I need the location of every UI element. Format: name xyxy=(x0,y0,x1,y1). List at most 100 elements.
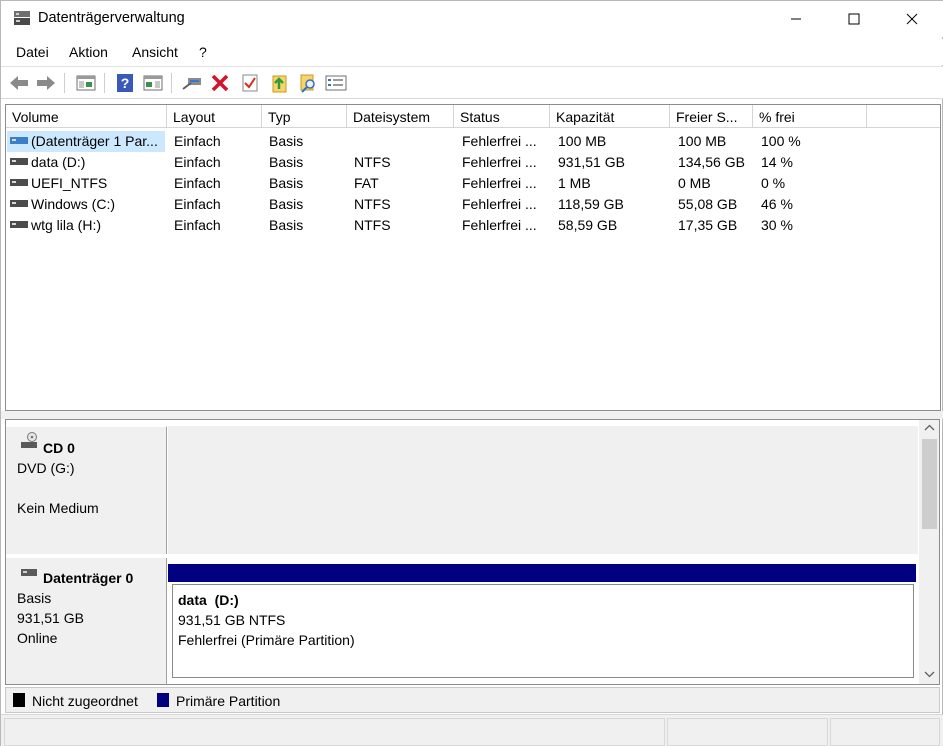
volume-icon xyxy=(10,179,28,186)
help-button[interactable]: ? xyxy=(114,72,136,94)
cell-typ: Basis xyxy=(269,217,304,233)
cell-capacity: 931,51 GB xyxy=(558,154,625,170)
column-header-freier-speicher[interactable]: Freier S... xyxy=(670,105,753,128)
table-row[interactable]: wtg lila (H:) Einfach Basis NTFS Fehlerfrei … xyxy=(6,215,940,236)
cd0-media: Kein Medium xyxy=(17,500,99,516)
table-row[interactable]: (Datenträger 1 Par... Einfach Basis Fehlerf… xyxy=(6,131,940,152)
disk-graphical-view: CD 0 DVD (G:) Kein Medium Datenträger 0 … xyxy=(5,419,940,685)
partition-data-d[interactable]: data (D:) 931,51 GB NTFS Fehlerfrei (Pri… xyxy=(172,584,914,678)
cell-layout: Einfach xyxy=(174,175,221,191)
scroll-thumb[interactable] xyxy=(922,439,937,529)
cell-capacity: 1 MB xyxy=(558,175,591,191)
delete-icon xyxy=(211,74,229,92)
cell-free: 17,35 GB xyxy=(678,217,738,233)
menu-aktion[interactable]: Aktion xyxy=(69,44,108,60)
cell-typ: Basis xyxy=(269,175,304,191)
checklist-button[interactable] xyxy=(239,72,261,94)
cell-capacity: 100 MB xyxy=(558,133,607,149)
cell-fs: NTFS xyxy=(354,154,391,170)
close-icon xyxy=(906,13,918,25)
cell-status: Fehlerfrei ... xyxy=(462,175,537,191)
checklist-icon xyxy=(242,74,258,92)
console-tree-button[interactable] xyxy=(75,72,97,94)
column-header-typ[interactable]: Typ xyxy=(262,105,347,128)
cell-volume: Windows (C:) xyxy=(31,196,116,212)
disk0-type: Basis xyxy=(17,590,52,606)
minimize-button[interactable] xyxy=(767,1,825,37)
cell-pct: 14 % xyxy=(761,154,793,170)
minimize-icon xyxy=(791,18,801,20)
delete-button[interactable] xyxy=(209,72,231,94)
back-arrow-icon xyxy=(10,76,28,90)
cell-pct: 100 % xyxy=(761,133,801,149)
column-header-empty xyxy=(867,105,940,128)
cell-layout: Einfach xyxy=(174,154,221,170)
find-button[interactable] xyxy=(297,72,319,94)
properties-icon xyxy=(325,75,347,91)
back-button[interactable] xyxy=(8,72,30,94)
disk-view-scrollbar[interactable] xyxy=(919,420,939,684)
export-icon xyxy=(272,75,287,93)
volume-icon xyxy=(10,137,28,144)
table-row[interactable]: Windows (C:) Einfach Basis NTFS Fehlerfrei .… xyxy=(6,194,940,215)
status-cell-2 xyxy=(667,718,828,746)
column-header-kapazitaet[interactable]: Kapazität xyxy=(550,105,670,128)
cd0-name: CD 0 xyxy=(43,440,75,456)
toolbar-separator xyxy=(64,73,65,93)
cd0-type: DVD (G:) xyxy=(17,460,75,476)
title-bar: Datenträgerverwaltung xyxy=(1,1,943,37)
primary-partition-bar xyxy=(168,564,916,582)
partition-size-fs: 931,51 GB NTFS xyxy=(178,612,286,628)
volume-icon xyxy=(10,200,28,207)
menu-help[interactable]: ? xyxy=(199,44,207,60)
cell-fs: FAT xyxy=(354,175,379,191)
table-row[interactable]: data (D:) Einfach Basis NTFS Fehlerfrei ... 9… xyxy=(6,152,940,173)
column-header-dateisystem[interactable]: Dateisystem xyxy=(347,105,454,128)
column-header-layout[interactable]: Layout xyxy=(167,105,262,128)
column-header-status[interactable]: Status xyxy=(454,105,550,128)
disk-label-disk0[interactable]: Datenträger 0 Basis 931,51 GB Online xyxy=(6,558,167,684)
menu-bar: Datei Aktion Ansicht ? xyxy=(1,39,943,65)
menu-ansicht[interactable]: Ansicht xyxy=(132,44,178,60)
connect-disk-button[interactable] xyxy=(181,72,203,94)
cell-typ: Basis xyxy=(269,196,304,212)
table-row[interactable]: UEFI_NTFS Einfach Basis FAT Fehlerfrei ... 1 … xyxy=(6,173,940,194)
cell-status: Fehlerfrei ... xyxy=(462,196,537,212)
forward-arrow-icon xyxy=(37,76,55,90)
disk0-state: Online xyxy=(17,630,58,646)
cd0-volume-area xyxy=(168,426,918,554)
cell-pct: 46 % xyxy=(761,196,793,212)
column-header-volume[interactable]: Volume xyxy=(6,105,167,128)
column-header-prozent-frei[interactable]: % frei xyxy=(753,105,867,128)
pane-splitter[interactable] xyxy=(1,411,943,419)
cell-layout: Einfach xyxy=(174,133,221,149)
cell-status: Fehlerfrei ... xyxy=(462,154,537,170)
scroll-up-icon[interactable] xyxy=(924,424,935,432)
action-pane-icon xyxy=(143,75,163,91)
cell-volume: UEFI_NTFS xyxy=(31,175,108,191)
cell-free: 100 MB xyxy=(678,133,727,149)
menu-datei[interactable]: Datei xyxy=(16,44,49,60)
forward-button[interactable] xyxy=(35,72,57,94)
cell-typ: Basis xyxy=(269,133,304,149)
legend-unallocated: Nicht zugeordnet xyxy=(32,693,138,709)
cell-layout: Einfach xyxy=(174,196,221,212)
volume-icon xyxy=(10,158,28,165)
scroll-down-icon[interactable] xyxy=(924,670,935,678)
primary-partition-swatch xyxy=(157,693,169,707)
toolbar-separator xyxy=(104,73,105,93)
cell-free: 134,56 GB xyxy=(678,154,745,170)
disk-label-cd0[interactable]: CD 0 DVD (G:) Kein Medium xyxy=(6,426,167,554)
action-pane-button[interactable] xyxy=(142,72,164,94)
legend-bar: Nicht zugeordnet Primäre Partition xyxy=(5,687,940,713)
toolbar: ? xyxy=(1,66,943,99)
maximize-button[interactable] xyxy=(825,1,883,37)
close-button[interactable] xyxy=(883,1,941,37)
cell-volume: (Datenträger 1 Par... xyxy=(31,133,158,149)
help-icon: ? xyxy=(117,74,133,92)
cell-free: 55,08 GB xyxy=(678,196,738,212)
properties-button[interactable] xyxy=(325,72,347,94)
export-button[interactable] xyxy=(268,72,290,94)
cell-pct: 30 % xyxy=(761,217,793,233)
partition-status: Fehlerfrei (Primäre Partition) xyxy=(178,632,355,648)
